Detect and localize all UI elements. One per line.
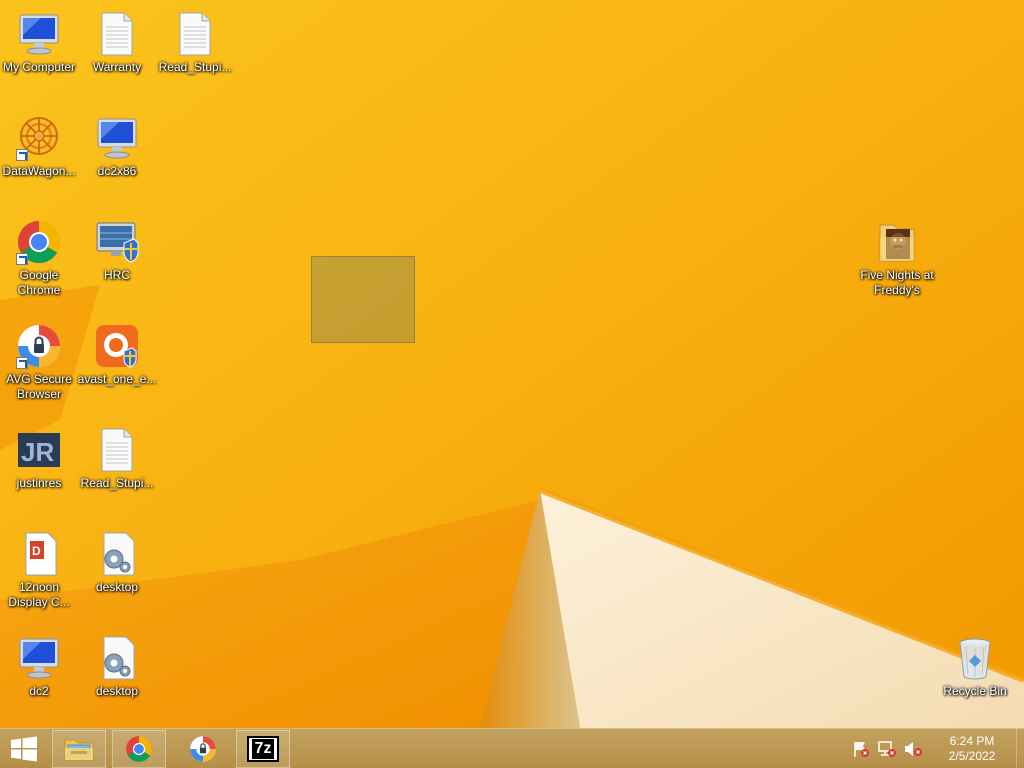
icon-label: Read_Stupi... (158, 60, 232, 74)
datawagon-icon (15, 114, 63, 162)
desktop-icon-my-computer[interactable]: My Computer (0, 10, 78, 75)
chrome-icon (126, 736, 152, 762)
shortcut-arrow-icon (16, 149, 28, 161)
computer-icon (15, 634, 63, 682)
start-button[interactable] (0, 730, 48, 768)
desktop-icon-dc2x86[interactable]: dc2x86 (78, 114, 156, 179)
network-icon[interactable] (876, 738, 898, 760)
system-tray: 6:24 PM 2/5/2022 (848, 729, 1024, 768)
icon-label: avast_one_e... (77, 372, 157, 386)
fnaf-folder-icon (873, 218, 921, 266)
shortcut-arrow-icon (16, 253, 28, 265)
clock-time: 6:24 PM (949, 734, 995, 748)
volume-muted-icon[interactable] (902, 738, 924, 760)
hrc-monitor-icon (93, 218, 141, 266)
svg-text:D: D (32, 544, 41, 558)
desktop-icon-avast-one[interactable]: avast_one_e... (78, 322, 156, 387)
desktop-icon-justinres[interactable]: JR justinres (0, 426, 78, 491)
desktop-icon-dc2[interactable]: dc2 (0, 634, 78, 699)
recycle-bin-icon (951, 634, 999, 682)
7zip-icon: 7z (247, 736, 279, 762)
avg-browser-icon (15, 322, 63, 370)
desktop-icon-hrc[interactable]: HRC (78, 218, 156, 283)
computer-icon (15, 10, 63, 58)
desktop-icon-read-stupid-1[interactable]: Read_Stupi... (156, 10, 234, 75)
desktop-icon-google-chrome[interactable]: Google Chrome (0, 218, 78, 298)
avg-browser-icon (190, 736, 216, 762)
taskbar-avg-browser-button[interactable] (176, 730, 230, 768)
text-file-icon (93, 426, 141, 474)
desktop-icon-recycle-bin[interactable]: Recycle Bin (936, 634, 1014, 699)
justinres-icon: JR (15, 426, 63, 474)
pdf-file-icon: D (15, 530, 63, 578)
desktop-icon-warranty[interactable]: Warranty (78, 10, 156, 75)
file-explorer-icon (64, 739, 94, 761)
selection-rectangle (311, 256, 415, 343)
icon-label: My Computer (2, 60, 76, 74)
action-center-flag-icon[interactable] (850, 738, 872, 760)
icon-label: 12noon Display C... (8, 580, 70, 609)
icon-label: dc2 (29, 684, 49, 698)
taskbar-clock[interactable]: 6:24 PM 2/5/2022 (932, 734, 1012, 764)
icon-label: HRC (104, 268, 130, 282)
taskbar-7zip-button[interactable]: 7z (236, 730, 290, 768)
icon-label: Five Nights at Freddy's (860, 268, 934, 297)
computer-icon (93, 114, 141, 162)
desktop-icon-read-stupid-2[interactable]: Read_Stupi... (78, 426, 156, 491)
settings-file-icon (93, 634, 141, 682)
svg-text:JR: JR (21, 437, 54, 467)
desktop-icon-12noon-display[interactable]: D 12noon Display C... (0, 530, 78, 610)
desktop[interactable]: My Computer DataWagon... Google Chrome A… (0, 0, 1024, 728)
text-file-icon (171, 10, 219, 58)
desktop-icon-avg-secure-browser[interactable]: AVG Secure Browser (0, 322, 78, 402)
7zip-label: 7z (251, 739, 275, 759)
show-desktop-button[interactable] (1016, 729, 1024, 768)
taskbar-chrome-button[interactable] (112, 730, 166, 768)
icon-label: Recycle Bin (943, 684, 1007, 698)
clock-date: 2/5/2022 (948, 749, 996, 763)
desktop-icon-datawagon[interactable]: DataWagon... (0, 114, 78, 179)
text-file-icon (93, 10, 141, 58)
icon-label: desktop (95, 580, 139, 594)
avast-installer-icon (93, 322, 141, 370)
settings-file-icon (93, 530, 141, 578)
icon-label: justinres (16, 476, 62, 490)
windows-logo-icon (11, 736, 37, 762)
icon-label: Warranty (92, 60, 142, 74)
icon-label: dc2x86 (97, 164, 137, 178)
icon-label: desktop (95, 684, 139, 698)
icon-label: DataWagon... (2, 164, 76, 178)
shortcut-arrow-icon (16, 357, 28, 369)
desktop-icon-desktop-ini-1[interactable]: desktop (78, 530, 156, 595)
taskbar-file-explorer-button[interactable] (52, 730, 106, 768)
icon-label: AVG Secure Browser (6, 372, 72, 401)
chrome-icon (15, 218, 63, 266)
icon-label: Google Chrome (17, 268, 61, 297)
desktop-icon-five-nights-at-freddys[interactable]: Five Nights at Freddy's (858, 218, 936, 298)
taskbar: 7z 6:24 PM 2/5/2022 (0, 728, 1024, 768)
icon-label: Read_Stupi... (80, 476, 154, 490)
desktop-icon-desktop-ini-2[interactable]: desktop (78, 634, 156, 699)
